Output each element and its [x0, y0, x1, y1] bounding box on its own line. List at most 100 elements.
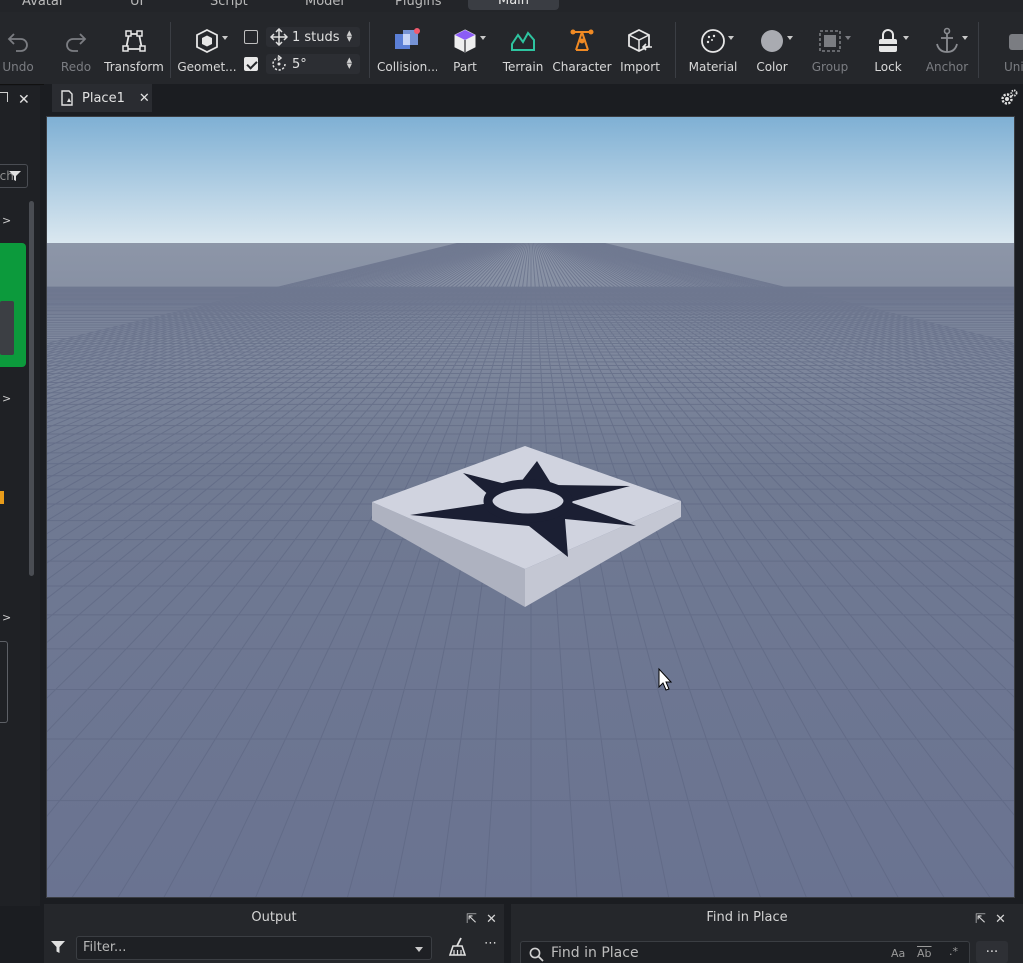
menu-tab-plugins[interactable]: Plugins — [395, 0, 442, 9]
menu-bar: Avatar UI Script Model Plugins Main — [0, 0, 1023, 12]
chevron-right-icon[interactable]: > — [2, 214, 11, 227]
filter-icon[interactable] — [51, 940, 65, 954]
clear-output-broom-icon[interactable] — [448, 937, 468, 957]
chevron-right-icon[interactable]: > — [2, 611, 11, 624]
chevron-down-icon[interactable] — [415, 947, 423, 952]
character-icon — [552, 26, 612, 56]
output-panel: Output ⇱ ✕ Filter... ⋯ — [44, 904, 504, 963]
move-snap-value: 1 studs — [292, 29, 340, 45]
rotate-snap-row: 5° ▲ ▼ — [244, 54, 360, 74]
move-icon — [270, 28, 288, 46]
color-button[interactable]: Color — [742, 26, 802, 74]
match-case-toggle[interactable]: Aa — [891, 947, 905, 960]
output-title: Output — [251, 910, 297, 925]
move-snap-field[interactable]: 1 studs ▲ ▼ — [266, 27, 360, 47]
close-icon[interactable]: ✕ — [995, 912, 1006, 927]
lock-icon — [858, 26, 918, 56]
close-icon[interactable]: ✕ — [139, 91, 150, 106]
tab-label: Place1 — [82, 90, 125, 106]
undo-button[interactable]: Undo — [0, 26, 48, 74]
material-icon — [683, 26, 743, 56]
ribbon-separator — [369, 22, 370, 78]
part-icon — [435, 26, 495, 56]
document-tab-bar: Place1 ✕ — [44, 84, 1023, 112]
move-snap-checkbox[interactable] — [244, 30, 258, 44]
color-icon — [742, 26, 802, 56]
collisions-icon — [377, 26, 437, 56]
whole-word-toggle[interactable]: Ab — [917, 947, 932, 960]
find-more-button[interactable]: ... — [976, 941, 1008, 963]
place-file-icon — [61, 90, 73, 106]
menu-tab-script[interactable]: Script — [210, 0, 248, 9]
menu-tab-model[interactable]: Model — [305, 0, 344, 9]
anchor-button[interactable]: Anchor — [917, 26, 977, 74]
ribbon-toolbar: Undo Redo Transform Geomet... 1 studs ▲ ▼… — [0, 12, 1023, 85]
anchor-icon — [917, 26, 977, 56]
group-button[interactable]: Group — [800, 26, 860, 74]
sky — [47, 117, 1014, 244]
character-button[interactable]: Character — [552, 26, 612, 74]
rotate-snap-value: 5° — [292, 56, 307, 72]
toolbox-item-thumbnail[interactable] — [0, 491, 4, 504]
group-icon — [800, 26, 860, 56]
ribbon-separator — [978, 22, 979, 78]
part-button[interactable]: Part — [435, 26, 495, 74]
lock-dropdown-icon[interactable] — [903, 36, 909, 40]
filter-icon[interactable] — [9, 170, 21, 182]
transform-icon — [104, 26, 164, 56]
rotate-snap-checkbox[interactable] — [244, 57, 258, 71]
menu-tab-avatar[interactable]: Avatar — [22, 0, 64, 9]
left-dock-scrollbar[interactable] — [29, 201, 34, 576]
material-dropdown-icon[interactable] — [728, 36, 734, 40]
viewport-settings-icon[interactable] — [999, 88, 1019, 108]
ribbon-separator — [675, 22, 676, 78]
move-snap-row: 1 studs ▲ ▼ — [244, 27, 360, 47]
find-search-placeholder: Find in Place — [551, 945, 639, 961]
undock-icon[interactable]: ⇱ — [975, 912, 986, 927]
output-filter-input[interactable]: Filter... — [76, 936, 432, 960]
more-options-icon[interactable]: ⋯ — [484, 936, 497, 951]
find-title: Find in Place — [706, 910, 788, 925]
toolbox-item-thumbnail[interactable] — [0, 243, 26, 367]
rotate-snap-field[interactable]: 5° ▲ ▼ — [266, 54, 360, 74]
undock-icon[interactable]: ⇱ — [466, 912, 477, 927]
group-dropdown-icon[interactable] — [845, 36, 851, 40]
ribbon-separator — [170, 22, 171, 78]
terrain-button[interactable]: Terrain — [493, 26, 553, 74]
geometry-icon — [177, 26, 237, 56]
rotate-snap-stepper-icon[interactable]: ▲ ▼ — [347, 57, 352, 70]
undock-icon[interactable] — [0, 92, 8, 102]
geometry-dropdown-icon[interactable] — [222, 36, 228, 40]
search-icon — [529, 947, 544, 962]
menu-tab-main[interactable]: Main — [468, 0, 560, 10]
import-icon — [610, 26, 670, 56]
undo-icon — [0, 26, 48, 56]
close-icon[interactable]: ✕ — [18, 92, 30, 108]
tab-place1[interactable]: Place1 ✕ — [52, 84, 152, 112]
redo-button[interactable]: Redo — [46, 26, 106, 74]
union-button[interactable]: Uni — [990, 26, 1023, 74]
chevron-right-icon[interactable]: > — [2, 392, 11, 405]
close-icon[interactable]: ✕ — [486, 912, 497, 927]
import-button[interactable]: Import — [610, 26, 670, 74]
collisions-button[interactable]: Collision... — [377, 26, 437, 74]
anchor-dropdown-icon[interactable] — [962, 36, 968, 40]
left-dock-panel: ✕ rch > > > — [0, 86, 40, 906]
lock-button[interactable]: Lock — [858, 26, 918, 74]
rotate-icon — [272, 55, 286, 71]
geometry-button[interactable]: Geomet... — [177, 26, 237, 74]
terrain-icon — [493, 26, 553, 56]
material-button[interactable]: Material — [683, 26, 743, 74]
regex-toggle[interactable]: .* — [949, 945, 958, 958]
transform-button[interactable]: Transform — [104, 26, 164, 74]
menu-tab-ui[interactable]: UI — [130, 0, 143, 9]
redo-icon — [46, 26, 106, 56]
3d-viewport[interactable] — [46, 116, 1015, 898]
toolbox-search-input[interactable]: rch — [0, 164, 28, 188]
part-dropdown-icon[interactable] — [480, 36, 486, 40]
move-snap-stepper-icon[interactable]: ▲ ▼ — [347, 30, 352, 43]
toolbox-item-thumbnail[interactable] — [0, 641, 8, 723]
find-search-input[interactable]: Find in Place Aa Ab .* — [520, 941, 970, 963]
union-icon — [990, 26, 1023, 56]
color-dropdown-icon[interactable] — [787, 36, 793, 40]
